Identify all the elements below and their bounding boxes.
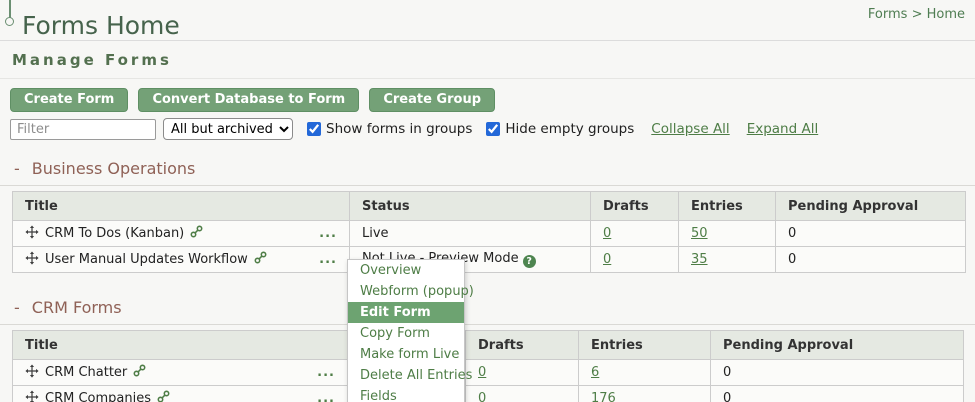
collapse-toggle-crm-forms[interactable]: -: [14, 298, 20, 317]
column-header-drafts: Drafts: [466, 331, 579, 360]
table-header-row: Title Status Drafts Entries Pending Appr…: [13, 331, 964, 360]
status-cell: Live: [350, 221, 591, 247]
form-title: CRM To Dos (Kanban): [45, 226, 184, 241]
help-icon[interactable]: ?: [523, 255, 536, 268]
table-row: User Manual Updates Workflow ... Not Liv…: [13, 247, 966, 273]
drafts-link[interactable]: 0: [603, 226, 611, 241]
column-header-pending-approval: Pending Approval: [711, 331, 964, 360]
column-header-entries: Entries: [679, 192, 776, 221]
row-context-menu: Overview Webform (popup) Edit Form Copy …: [347, 259, 465, 402]
entries-link[interactable]: 50: [691, 226, 708, 241]
convert-database-to-form-button[interactable]: Convert Database to Form: [138, 88, 359, 112]
crm-forms-table: Title Status Drafts Entries Pending Appr…: [12, 330, 964, 402]
row-menu-button[interactable]: ...: [319, 255, 337, 265]
column-header-drafts: Drafts: [591, 192, 679, 221]
move-handle-icon[interactable]: [25, 251, 39, 269]
group-name-crm-forms: CRM Forms: [32, 298, 122, 317]
column-header-entries: Entries: [579, 331, 711, 360]
breadcrumb-separator: >: [912, 7, 923, 22]
breadcrumb-home-link[interactable]: Home: [927, 7, 965, 22]
show-forms-in-groups-checkbox[interactable]: [307, 122, 321, 136]
move-handle-icon[interactable]: [25, 225, 39, 243]
menu-item-delete-all-entries[interactable]: Delete All Entries: [348, 365, 464, 386]
drafts-link[interactable]: 0: [603, 252, 611, 267]
group-header-business-operations: -Business Operations: [0, 159, 975, 186]
permalink-icon[interactable]: [133, 364, 146, 381]
menu-item-overview[interactable]: Overview: [348, 260, 464, 281]
permalink-icon[interactable]: [254, 251, 267, 268]
table-row: CRM To Dos (Kanban) ... Live 0 50 0: [13, 221, 966, 247]
breadcrumb-forms-link[interactable]: Forms: [868, 7, 908, 22]
column-header-status: Status: [350, 192, 591, 221]
group-header-crm-forms: -CRM Forms: [0, 298, 975, 325]
entries-link[interactable]: 35: [691, 252, 708, 267]
entries-link[interactable]: 6: [591, 365, 599, 380]
drafts-link[interactable]: 0: [478, 391, 486, 402]
menu-item-edit-form[interactable]: Edit Form: [348, 302, 464, 323]
archive-filter-select[interactable]: All but archived: [163, 118, 293, 140]
hide-empty-groups-checkbox-label: Hide empty groups: [486, 121, 634, 137]
create-group-button[interactable]: Create Group: [369, 88, 495, 112]
pending-approval-cell: 0: [776, 247, 966, 273]
breadcrumb: Forms > Home: [868, 7, 965, 22]
hide-empty-groups-checkbox[interactable]: [486, 122, 500, 136]
manage-forms-section: Manage Forms: [0, 41, 975, 79]
toolbar: Create Form Convert Database to Form Cre…: [10, 88, 975, 112]
collapse-toggle-business-operations[interactable]: -: [14, 159, 20, 178]
permalink-icon[interactable]: [190, 225, 203, 242]
menu-item-make-form-live[interactable]: Make form Live: [348, 344, 464, 365]
expand-all-link[interactable]: Expand All: [747, 121, 819, 137]
menu-item-webform-popup[interactable]: Webform (popup): [348, 281, 464, 302]
menu-item-fields[interactable]: Fields: [348, 386, 464, 402]
manage-forms-heading: Manage Forms: [12, 51, 975, 69]
group-name-business-operations: Business Operations: [32, 159, 196, 178]
column-header-pending-approval: Pending Approval: [776, 192, 966, 221]
pending-approval-cell: 0: [711, 386, 964, 402]
filter-input[interactable]: [10, 119, 156, 140]
move-handle-icon[interactable]: [25, 364, 39, 382]
row-menu-button[interactable]: ...: [319, 229, 337, 239]
menu-item-copy-form[interactable]: Copy Form: [348, 323, 464, 344]
permalink-icon[interactable]: [157, 390, 170, 402]
row-menu-button[interactable]: ...: [317, 368, 335, 378]
column-header-title: Title: [13, 331, 348, 360]
form-title: CRM Chatter: [45, 365, 127, 380]
move-handle-icon[interactable]: [25, 390, 39, 402]
table-header-row: Title Status Drafts Entries Pending Appr…: [13, 192, 966, 221]
form-title: CRM Companies: [45, 391, 151, 402]
page-header: Forms Home Forms > Home: [0, 0, 975, 41]
row-menu-button[interactable]: ...: [317, 394, 335, 402]
forms-home-page: Forms Home Forms > Home Manage Forms Cre…: [0, 0, 975, 402]
create-form-button[interactable]: Create Form: [10, 88, 128, 112]
column-header-title: Title: [13, 192, 350, 221]
filter-bar: All but archived Show forms in groups Hi…: [10, 118, 975, 140]
pending-approval-cell: 0: [711, 360, 964, 386]
business-operations-table: Title Status Drafts Entries Pending Appr…: [12, 191, 966, 273]
pending-approval-cell: 0: [776, 221, 966, 247]
drafts-link[interactable]: 0: [478, 365, 486, 380]
table-row: CRM Chatter ... 0 6 0: [13, 360, 964, 386]
form-title: User Manual Updates Workflow: [45, 252, 248, 267]
entries-link[interactable]: 176: [591, 391, 616, 402]
collapse-all-link[interactable]: Collapse All: [651, 121, 729, 137]
show-forms-in-groups-checkbox-label: Show forms in groups: [307, 121, 472, 137]
table-row: CRM Companies ... 0 176 0: [13, 386, 964, 402]
hide-empty-groups-text: Hide empty groups: [505, 121, 634, 137]
show-forms-in-groups-text: Show forms in groups: [326, 121, 472, 137]
page-title: Forms Home: [22, 11, 180, 40]
